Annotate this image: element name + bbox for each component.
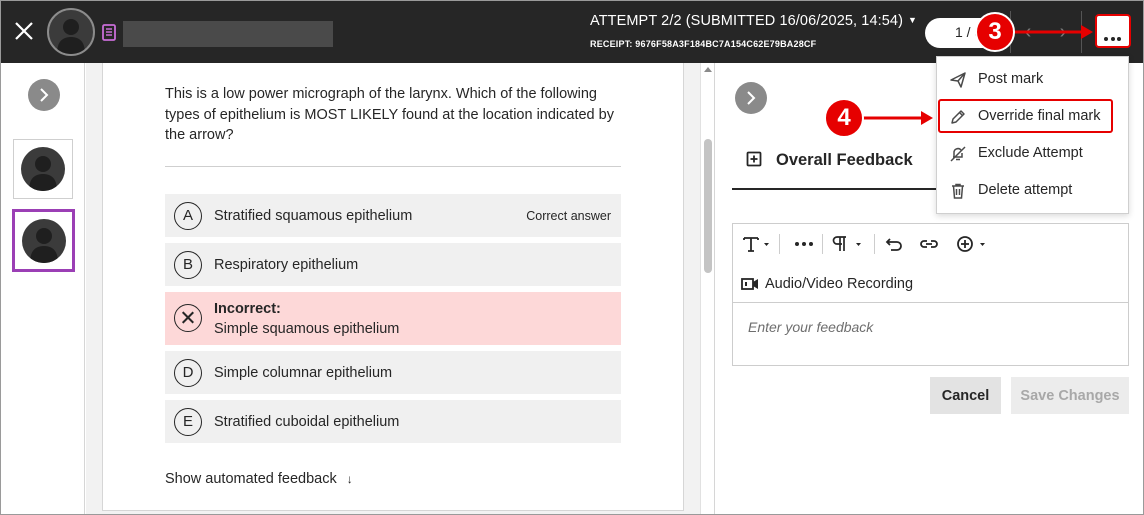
scrollbar-thumb[interactable] [704,139,712,273]
receipt-label: RECEIPT: 9676F58A3F184BC7A154C62E79BA28C… [590,39,817,49]
top-bar: ATTEMPT 2/2 (SUBMITTED 16/06/2025, 14:54… [1,1,1143,63]
incorrect-icon [174,304,202,332]
chevron-right-icon [40,88,49,102]
pencil-icon [951,110,965,124]
option-letter: E [174,408,202,436]
divider [779,234,780,254]
divider [165,166,621,167]
menu-item-delete-attempt[interactable]: Delete attempt [938,173,1128,207]
cancel-button[interactable]: Cancel [930,377,1001,414]
arrow-down-icon: ↓ [346,472,353,486]
grading-window: ATTEMPT 2/2 (SUBMITTED 16/06/2025, 14:54… [0,0,1144,515]
close-icon[interactable] [13,20,35,42]
menu-item-exclude-attempt[interactable]: Exclude Attempt [938,136,1128,170]
question-text: This is a low power micrograph of the la… [165,86,614,143]
answer-option-b: B Respiratory epithelium [165,243,621,286]
answer-option-c-selected: Incorrect: Simple squamous epithelium [165,292,621,345]
option-text: Simple squamous epithelium [214,321,400,337]
text-format-button[interactable] [742,234,770,254]
menu-item-post-mark[interactable]: Post mark [938,62,1128,96]
expand-panel-button[interactable] [735,82,767,114]
save-changes-button[interactable]: Save Changes [1011,377,1129,414]
scrollbar[interactable] [700,63,715,514]
chevron-down-icon: ▼ [908,15,918,25]
menu-item-label: Exclude Attempt [978,145,1083,161]
tab-overall-feedback[interactable]: Overall Feedback [746,151,913,170]
audio-video-recording-label: Audio/Video Recording [765,276,914,292]
more-icon [795,242,813,246]
attempt-thumbnail-2-selected[interactable] [12,209,75,272]
menu-item-label: Override final mark [978,108,1101,124]
more-icon [1104,28,1124,46]
option-text: Respiratory epithelium [214,257,359,273]
insert-button[interactable] [956,234,988,254]
menu-item-label: Delete attempt [978,182,1073,198]
chevron-right-icon [747,91,756,105]
more-options-menu: Post mark Override final mark Exclude At… [936,56,1129,214]
student-name-redacted [123,21,333,47]
option-text: Stratified squamous epithelium [214,208,413,224]
paragraph-button[interactable] [832,234,864,254]
undo-icon [885,238,902,251]
divider [822,234,823,254]
link-button[interactable] [919,234,939,254]
option-text: Stratified cuboidal epithelium [214,414,400,430]
feedback-editor: Audio/Video Recording [732,223,1129,366]
chevron-left-icon[interactable]: ‹ [1018,21,1038,43]
answer-option-e: E Stratified cuboidal epithelium [165,400,621,443]
text-style-icon [743,237,769,252]
callout-badge-4: 4 [824,98,864,138]
undo-button[interactable] [885,234,903,254]
feedback-add-icon [746,151,762,167]
attempt-title-label: ATTEMPT 2/2 (SUBMITTED 16/06/2025, 14:54… [590,13,904,29]
attempt-selector[interactable]: ATTEMPT 2/2 (SUBMITTED 16/06/2025, 14:54… [590,13,917,29]
answer-option-a: A Stratified squamous epithelium Correct… [165,194,621,237]
audio-video-recording-button[interactable]: Audio/Video Recording [741,276,913,292]
video-camera-icon [741,278,758,290]
trash-icon [952,183,964,199]
show-feedback-label: Show automated feedback [165,471,337,487]
send-icon [950,72,966,88]
option-text: Simple columnar epithelium [214,365,393,381]
scroll-up-icon[interactable] [704,67,712,72]
callout-badge-3: 3 [975,12,1015,52]
avatar [47,8,95,56]
more-tools-button[interactable] [794,234,814,254]
attempt-rail [1,63,85,514]
more-options-button[interactable] [1095,14,1131,48]
menu-item-label: Post mark [978,71,1044,87]
avatar [22,219,66,263]
divider [1081,11,1082,53]
divider [874,234,875,254]
plus-circle-icon [957,236,985,252]
bell-off-icon [950,146,966,162]
incorrect-label: Incorrect: [214,301,281,317]
avatar [21,147,65,191]
paragraph-icon [832,236,861,251]
chevron-right-icon[interactable]: › [1053,21,1073,43]
show-automated-feedback-link[interactable]: Show automated feedback ↓ [165,471,353,487]
tab-overall-feedback-label: Overall Feedback [776,151,913,169]
option-letter: A [174,202,202,230]
menu-item-override-final-mark[interactable]: Override final mark [938,99,1113,133]
answer-option-d: D Simple columnar epithelium [165,351,621,394]
option-letter: D [174,359,202,387]
correct-answer-tag: Correct answer [526,209,611,223]
book-icon[interactable] [102,24,116,41]
link-icon [920,240,938,248]
option-letter: B [174,251,202,279]
tab-underline [732,188,937,190]
attempt-thumbnail-1[interactable] [13,139,73,199]
expand-rail-button[interactable] [28,79,60,111]
feedback-input[interactable] [733,302,1128,365]
